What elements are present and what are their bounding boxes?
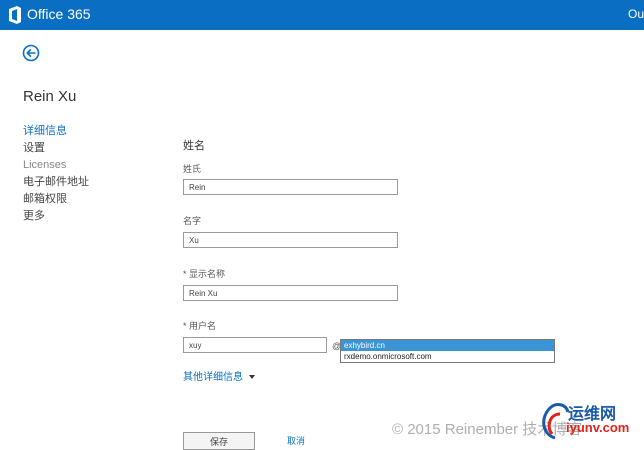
top-bar: Office 365 Ou xyxy=(0,0,644,30)
app-brand[interactable]: Office 365 xyxy=(27,6,91,22)
domain-dropdown[interactable]: exhybird.cn rxdemo.onmicrosoft.com xyxy=(340,339,555,363)
more-details-link[interactable]: 其他详细信息 xyxy=(183,368,255,383)
last-name-input[interactable] xyxy=(183,179,398,195)
caret-down-icon xyxy=(249,375,255,380)
domain-option[interactable]: rxdemo.onmicrosoft.com xyxy=(341,351,554,362)
display-name-input[interactable] xyxy=(183,285,398,301)
back-arrow-icon[interactable] xyxy=(22,44,40,62)
site-logo-url: iyunv.com xyxy=(566,420,630,435)
nav-item-email-addresses[interactable]: 电子邮件地址 xyxy=(23,174,89,191)
sidebar-nav: 详细信息 设置 Licenses 电子邮件地址 邮箱权限 更多 xyxy=(23,123,89,225)
last-name-label: 姓氏 xyxy=(183,164,202,174)
nav-item-more[interactable]: 更多 xyxy=(23,208,89,225)
nav-item-licenses[interactable]: Licenses xyxy=(23,157,89,174)
cancel-link[interactable]: 取消 xyxy=(287,434,305,447)
user-menu[interactable]: Ou xyxy=(628,7,644,21)
domain-option-selected[interactable]: exhybird.cn xyxy=(341,340,554,351)
nav-item-settings[interactable]: 设置 xyxy=(23,140,89,157)
site-logo: 运维网 iyunv.com xyxy=(538,394,644,446)
nav-item-mailbox-permissions[interactable]: 邮箱权限 xyxy=(23,191,89,208)
section-title: 姓名 xyxy=(183,140,205,152)
username-label: * 用户名 xyxy=(183,321,217,331)
page-title: Rein Xu xyxy=(23,88,77,105)
nav-item-details[interactable]: 详细信息 xyxy=(23,123,89,140)
more-details-label: 其他详细信息 xyxy=(183,372,243,383)
office-logo-icon[interactable] xyxy=(8,6,22,24)
first-name-label: 名字 xyxy=(183,216,202,226)
username-input[interactable] xyxy=(183,337,327,353)
first-name-input[interactable] xyxy=(183,232,398,248)
save-button[interactable]: 保存 xyxy=(183,432,255,450)
display-name-label: * 显示名称 xyxy=(183,269,226,279)
